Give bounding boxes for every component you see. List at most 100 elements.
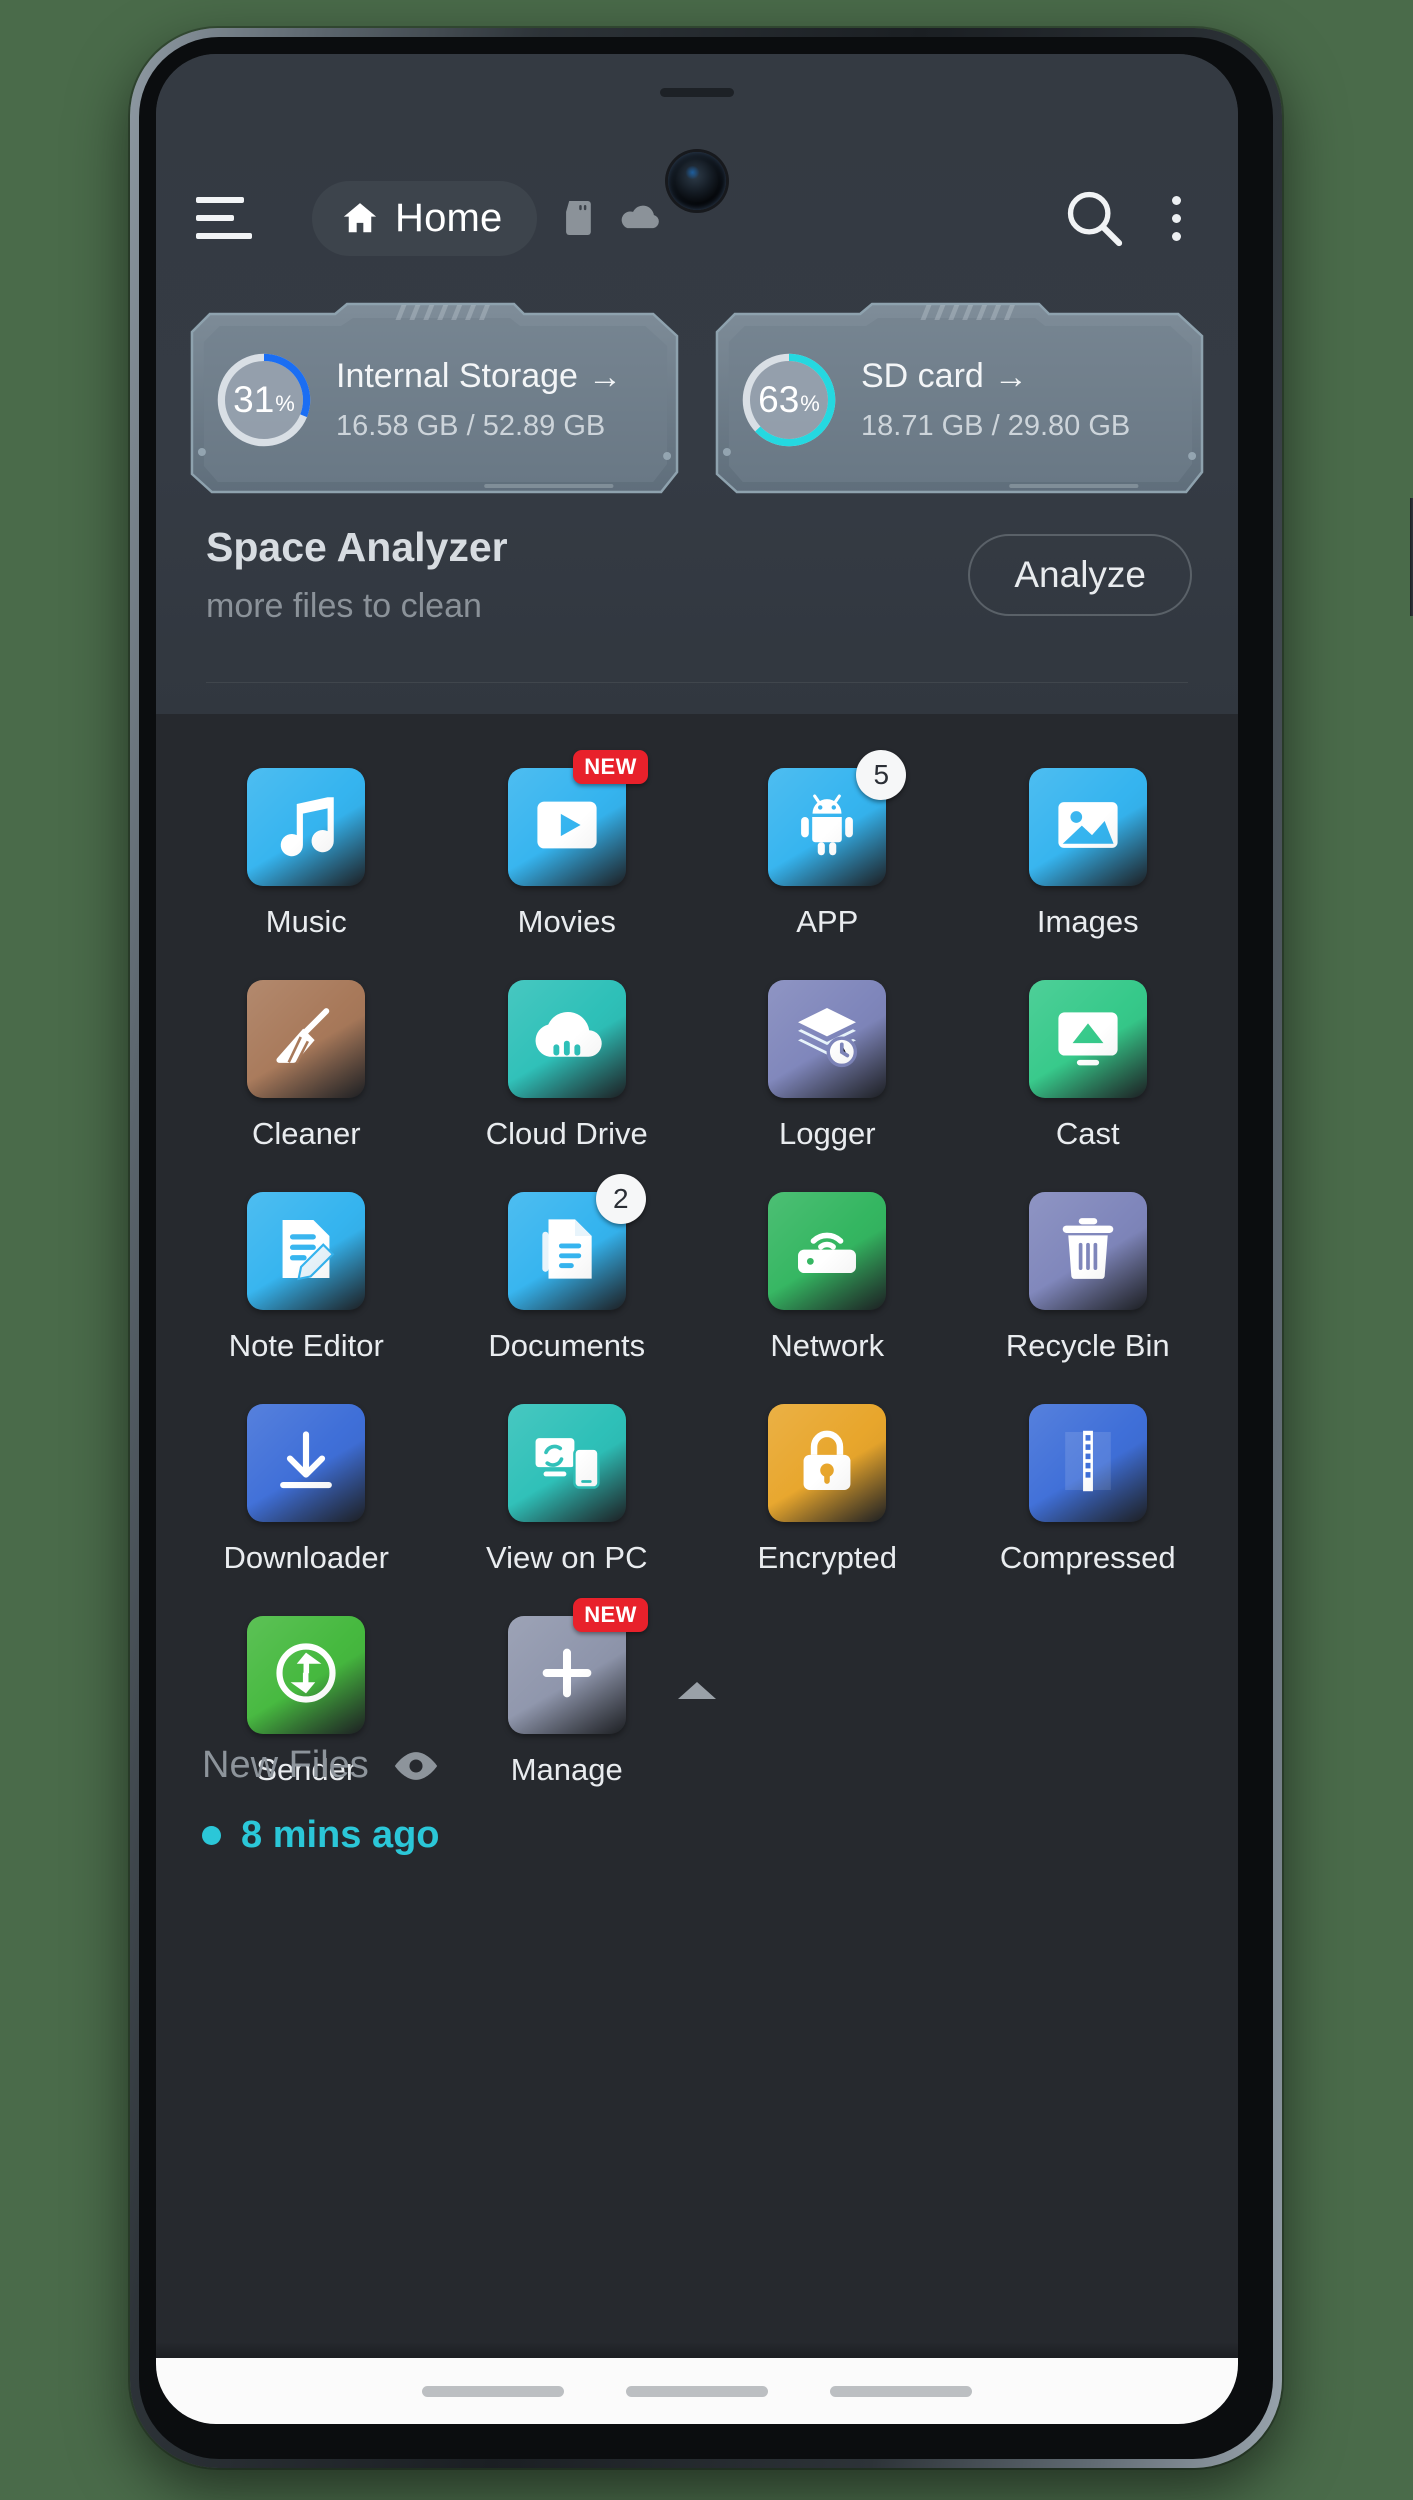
storage-card-internal[interactable]: 31% Internal Storage → 16.58 GB / 52.89 … bbox=[186, 302, 683, 498]
app-tile-wrap bbox=[247, 1616, 366, 1734]
cloud-upload-icon bbox=[530, 1000, 604, 1079]
app-tile[interactable] bbox=[247, 1404, 366, 1522]
storage-percent-sdcard: 63% bbox=[737, 348, 841, 452]
cloud-icon[interactable] bbox=[619, 202, 663, 234]
app-grid-item[interactable]: Note Editor bbox=[176, 1192, 437, 1364]
app-tile[interactable] bbox=[247, 768, 366, 886]
app-tile[interactable] bbox=[507, 1616, 626, 1734]
app-tile[interactable] bbox=[247, 1616, 366, 1734]
app-grid-item[interactable]: Network bbox=[697, 1192, 958, 1364]
percent-value: 31 bbox=[233, 379, 275, 420]
app-tile-label: Music bbox=[265, 904, 347, 939]
app-tile-label: View on PC bbox=[486, 1540, 648, 1575]
app-tile[interactable] bbox=[247, 980, 366, 1098]
app-tile[interactable] bbox=[247, 1192, 366, 1310]
app-tile-wrap bbox=[247, 980, 366, 1098]
app-tile-label: Note Editor bbox=[228, 1328, 384, 1363]
card-content-internal: 31% Internal Storage → 16.58 GB / 52.89 … bbox=[186, 302, 683, 498]
app-tile[interactable] bbox=[507, 980, 626, 1098]
app-tile-label: Cloud Drive bbox=[485, 1116, 648, 1151]
app-tile[interactable] bbox=[507, 768, 626, 886]
app-grid-item[interactable]: View on PC bbox=[437, 1404, 698, 1576]
phone-screen: Home 31 % Internal Storage → 16.58 GB / … bbox=[156, 54, 1238, 2424]
app-grid-item[interactable]: Downloader bbox=[176, 1404, 437, 1576]
screenshot-root: Home 31 % Internal Storage → 16.58 GB / … bbox=[0, 0, 1413, 2500]
app-tile-label: Documents bbox=[488, 1328, 646, 1363]
space-analyzer-title: Space Analyzer bbox=[206, 524, 508, 570]
app-grid-item[interactable]: Music bbox=[176, 768, 437, 940]
download-arrow-icon bbox=[269, 1424, 343, 1503]
layers-clock-icon bbox=[790, 1000, 864, 1079]
storage-card-sdcard[interactable]: 63% SD card → 18.71 GB / 29.80 GB bbox=[711, 302, 1208, 498]
app-tile-label: Cast bbox=[1055, 1116, 1120, 1151]
storage-ring-internal: 31% bbox=[212, 348, 316, 452]
app-grid-item[interactable]: NEW Movies bbox=[437, 750, 698, 940]
app-tile[interactable] bbox=[1028, 1192, 1147, 1310]
app-tile-wrap bbox=[1028, 1192, 1147, 1310]
new-files-time-row: 8 mins ago bbox=[202, 1814, 440, 1857]
app-tile-wrap: 5 bbox=[768, 750, 907, 886]
wifi-router-icon bbox=[790, 1212, 864, 1291]
storage-cards-row: 31% Internal Storage → 16.58 GB / 52.89 … bbox=[156, 302, 1238, 498]
padlock-icon bbox=[790, 1424, 864, 1503]
app-grid-item[interactable]: 2 Documents bbox=[437, 1174, 698, 1364]
photo-icon bbox=[1051, 788, 1125, 867]
space-analyzer-section: Space Analyzer more files to clean Analy… bbox=[156, 524, 1238, 626]
app-tile[interactable] bbox=[507, 1404, 626, 1522]
android-robot-icon bbox=[790, 788, 864, 867]
app-tile-label: Downloader bbox=[223, 1540, 389, 1575]
app-grid-item[interactable]: Logger bbox=[697, 980, 958, 1152]
note-pencil-icon bbox=[269, 1212, 343, 1291]
sd-card-icon[interactable] bbox=[561, 201, 599, 235]
document-icon bbox=[530, 1212, 604, 1291]
card-texts-internal: Internal Storage → 16.58 GB / 52.89 GB bbox=[336, 357, 622, 443]
app-tile[interactable] bbox=[1028, 1404, 1147, 1522]
storage-percent-internal: 31% bbox=[212, 348, 316, 452]
storage-usage-sdcard: 18.71 GB / 29.80 GB bbox=[861, 410, 1131, 442]
hamburger-menu-icon[interactable] bbox=[196, 191, 258, 245]
app-tile-wrap bbox=[768, 1404, 887, 1522]
nav-home-pill[interactable] bbox=[626, 2385, 768, 2397]
app-tile[interactable] bbox=[768, 1404, 887, 1522]
app-grid-item[interactable]: Encrypted bbox=[697, 1404, 958, 1576]
arrow-right-icon: → bbox=[993, 357, 1028, 396]
app-grid-item[interactable]: Images bbox=[958, 768, 1219, 940]
search-icon[interactable] bbox=[1062, 186, 1126, 250]
app-grid-item[interactable]: Recycle Bin bbox=[958, 1192, 1219, 1364]
app-grid-item[interactable]: 5 APP bbox=[697, 750, 958, 940]
home-icon bbox=[343, 203, 377, 233]
status-dot bbox=[202, 1826, 221, 1845]
app-tile-wrap bbox=[1028, 768, 1147, 886]
app-grid-item[interactable]: NEW Manage bbox=[437, 1598, 698, 1788]
app-tile[interactable] bbox=[768, 1192, 887, 1310]
percent-unit: % bbox=[800, 391, 820, 416]
phone-frame: Home 31 % Internal Storage → 16.58 GB / … bbox=[130, 28, 1413, 2468]
storage-name: SD card bbox=[861, 357, 984, 395]
app-tile-label: Network bbox=[770, 1328, 885, 1363]
app-tile-wrap: NEW bbox=[507, 1598, 648, 1734]
app-tile-wrap bbox=[507, 1404, 626, 1522]
app-grid-item[interactable]: Cloud Drive bbox=[437, 980, 698, 1152]
app-tile-label: Logger bbox=[778, 1116, 876, 1151]
count-badge: 5 bbox=[856, 750, 907, 800]
eye-icon[interactable] bbox=[391, 1750, 441, 1782]
app-tile[interactable] bbox=[1028, 768, 1147, 886]
nav-back-pill[interactable] bbox=[422, 2385, 564, 2397]
card-content-sdcard: 63% SD card → 18.71 GB / 29.80 GB bbox=[711, 302, 1208, 498]
app-grid-item[interactable]: Compressed bbox=[958, 1404, 1219, 1576]
app-tile-label: Encrypted bbox=[757, 1540, 898, 1575]
app-tile-label: Manage bbox=[510, 1752, 623, 1787]
analyze-button[interactable]: Analyze bbox=[968, 534, 1192, 616]
arrow-right-icon: → bbox=[587, 357, 622, 396]
app-tile[interactable] bbox=[768, 980, 887, 1098]
app-grid-item[interactable]: Cleaner bbox=[176, 980, 437, 1152]
home-tab[interactable]: Home bbox=[312, 180, 537, 256]
percent-value: 63 bbox=[758, 379, 800, 420]
screen-fade bbox=[156, 2342, 1238, 2358]
app-grid-item[interactable]: Cast bbox=[958, 980, 1219, 1152]
more-vertical-icon[interactable] bbox=[1154, 186, 1198, 250]
nav-recents-pill[interactable] bbox=[830, 2385, 972, 2397]
space-analyzer-subtitle: more files to clean bbox=[206, 587, 482, 625]
app-tile[interactable] bbox=[1028, 980, 1147, 1098]
chevron-up-icon[interactable] bbox=[678, 1682, 716, 1699]
